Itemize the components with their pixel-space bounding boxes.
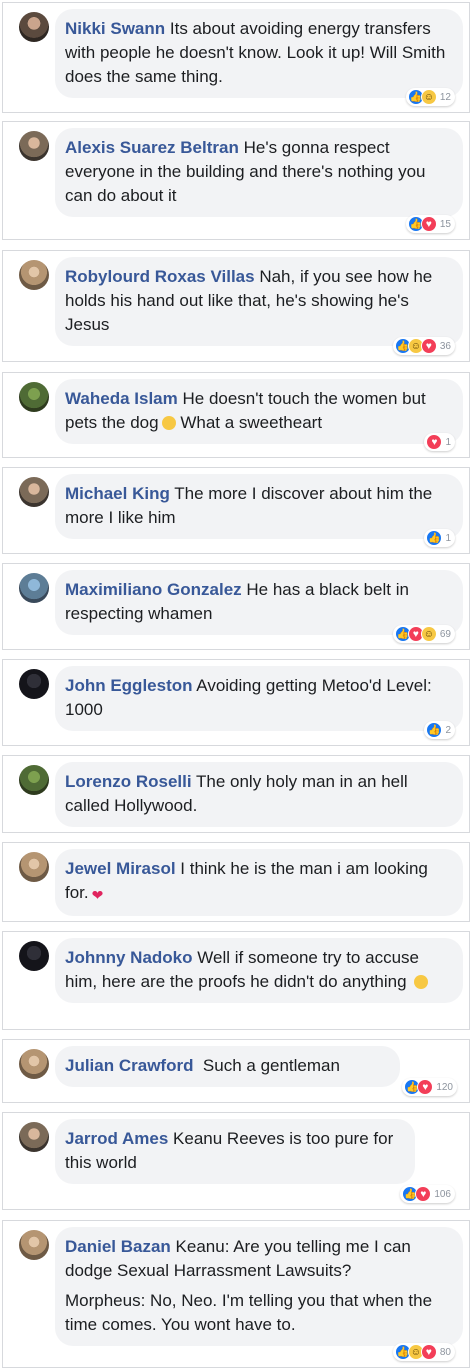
reaction-summary[interactable]: 👍 ♥ ☺ 69 (392, 625, 455, 643)
haha-icon: ☺ (420, 89, 437, 105)
author-name-link[interactable]: Michael King (65, 484, 170, 503)
reaction-count: 12 (439, 91, 451, 103)
comment-card: Nikki Swann Its about avoiding energy tr… (2, 2, 470, 113)
author-name-link[interactable]: Jarrod Ames (65, 1129, 168, 1148)
author-name-link[interactable]: Waheda Islam (65, 389, 178, 408)
avatar[interactable] (19, 12, 49, 42)
comment-bubble: Nikki Swann Its about avoiding energy tr… (55, 9, 463, 98)
author-name-link[interactable]: Alexis Suarez Beltran (65, 138, 239, 157)
comment-bubble: Lorenzo Roselli The only holy man in an … (55, 762, 463, 827)
author-name-link[interactable]: Maximiliano Gonzalez (65, 580, 242, 599)
love-icon: ♥ (420, 1344, 437, 1360)
author-name-link[interactable]: Lorenzo Roselli (65, 772, 192, 791)
reaction-summary[interactable]: 👍 ☺ ♥ 36 (392, 337, 455, 355)
comment-card: Jarrod Ames Keanu Reeves is too pure for… (2, 1112, 470, 1210)
reaction-summary[interactable]: 👍 ☺ ♥ 80 (392, 1343, 455, 1361)
love-icon: ♥ (420, 338, 437, 354)
comment-bubble: Jarrod Ames Keanu Reeves is too pure for… (55, 1119, 415, 1184)
reaction-count: 15 (439, 218, 451, 230)
comment-card: Robylourd Roxas Villas Nah, if you see h… (2, 250, 470, 362)
reaction-count: 2 (445, 724, 451, 736)
reaction-count: 1 (445, 436, 451, 448)
reaction-summary[interactable]: 👍 ☺ 12 (405, 88, 455, 106)
comment-bubble: Daniel Bazan Keanu: Are you telling me I… (55, 1227, 463, 1346)
reaction-count: 1 (445, 532, 451, 544)
rofl-emoji-icon (414, 975, 429, 989)
comment-card: Michael King The more I discover about h… (2, 467, 470, 554)
comment-bubble: Michael King The more I discover about h… (55, 474, 463, 539)
author-name-link[interactable]: Julian Crawford (65, 1056, 193, 1075)
avatar[interactable] (19, 852, 49, 882)
reaction-summary[interactable]: 👍 ♥ 120 (402, 1078, 457, 1096)
comment-card: Julian Crawford Such a gentleman 👍 ♥ 120 (2, 1039, 470, 1103)
avatar[interactable] (19, 382, 49, 412)
avatar[interactable] (19, 131, 49, 161)
reaction-count: 106 (434, 1188, 451, 1200)
avatar[interactable] (19, 669, 49, 699)
reaction-summary[interactable]: 👍 ♥ 106 (400, 1185, 455, 1203)
author-name-link[interactable]: Nikki Swann (65, 19, 165, 38)
author-name-link[interactable]: John Eggleston (65, 676, 193, 695)
comment-bubble: Johnny Nadoko Well if someone try to acc… (55, 938, 463, 1003)
love-icon: ♥ (415, 1186, 432, 1202)
reaction-count: 120 (436, 1081, 453, 1093)
comment-text-second-paragraph: Morpheus: No, Neo. I'm telling you that … (65, 1291, 433, 1334)
comment-card: Waheda Islam He doesn't touch the women … (2, 372, 470, 458)
love-icon: ♥ (417, 1079, 434, 1095)
reaction-count: 69 (439, 628, 451, 640)
reaction-summary[interactable]: 👍 2 (424, 721, 455, 739)
heart-emoji-icon: ❤ (91, 887, 104, 903)
comment-card: Daniel Bazan Keanu: Are you telling me I… (2, 1220, 470, 1368)
comment-text-after: What a sweetheart (180, 413, 323, 432)
avatar[interactable] (19, 477, 49, 507)
reaction-count: 36 (439, 340, 451, 352)
comment-bubble: Jewel Mirasol I think he is the man i am… (55, 849, 463, 916)
comment-card: John Eggleston Avoiding getting Metoo'd … (2, 659, 470, 746)
comment-card: Maximiliano Gonzalez He has a black belt… (2, 563, 470, 650)
like-icon: 👍 (426, 530, 443, 546)
love-icon: ♥ (426, 434, 443, 450)
avatar[interactable] (19, 260, 49, 290)
author-name-link[interactable]: Johnny Nadoko (65, 948, 193, 967)
reaction-summary[interactable]: 👍 1 (424, 529, 455, 547)
author-name-link[interactable]: Jewel Mirasol (65, 859, 176, 878)
comment-bubble: Alexis Suarez Beltran He's gonna respect… (55, 128, 463, 217)
comment-card: Jewel Mirasol I think he is the man i am… (2, 842, 470, 922)
avatar[interactable] (19, 573, 49, 603)
author-name-link[interactable]: Daniel Bazan (65, 1237, 171, 1256)
laughing-emoji-icon (161, 416, 176, 430)
reaction-summary[interactable]: 👍 ♥ 15 (405, 215, 455, 233)
comment-card: Alexis Suarez Beltran He's gonna respect… (2, 121, 470, 240)
love-icon: ♥ (420, 216, 437, 232)
haha-icon: ☺ (420, 626, 437, 642)
avatar[interactable] (19, 941, 49, 971)
comment-card: Lorenzo Roselli The only holy man in an … (2, 755, 470, 833)
reaction-count: 80 (439, 1346, 451, 1358)
comment-bubble: John Eggleston Avoiding getting Metoo'd … (55, 666, 463, 731)
comment-bubble: Julian Crawford Such a gentleman (55, 1046, 400, 1087)
reaction-summary[interactable]: ♥ 1 (424, 433, 455, 451)
comment-card: Johnny Nadoko Well if someone try to acc… (2, 931, 470, 1030)
like-icon: 👍 (426, 722, 443, 738)
avatar[interactable] (19, 1049, 49, 1079)
avatar[interactable] (19, 1122, 49, 1152)
author-name-link[interactable]: Robylourd Roxas Villas (65, 267, 255, 286)
avatar[interactable] (19, 765, 49, 795)
comment-bubble: Robylourd Roxas Villas Nah, if you see h… (55, 257, 463, 346)
comment-text: Such a gentleman (202, 1056, 340, 1075)
avatar[interactable] (19, 1230, 49, 1260)
comment-bubble: Waheda Islam He doesn't touch the women … (55, 379, 463, 444)
